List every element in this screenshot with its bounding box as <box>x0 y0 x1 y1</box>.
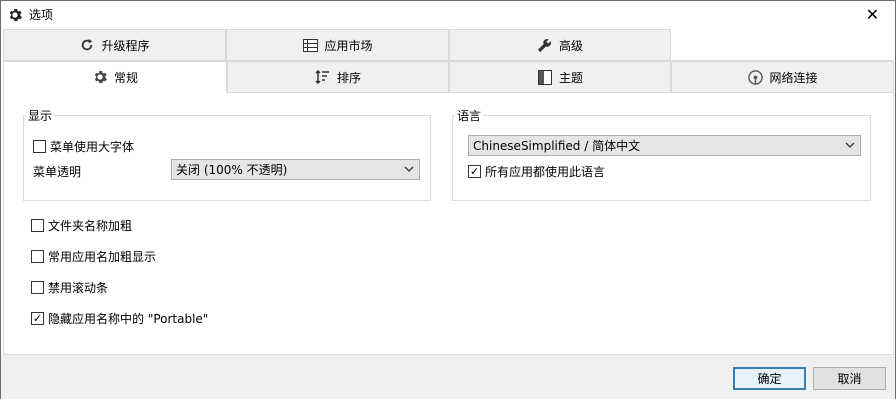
tab-general[interactable]: 常规 <box>3 61 227 93</box>
general-panel: 显示 菜单使用大字体 菜单透明 关闭 (100% 不透明) 语言 Chinese… <box>3 93 894 355</box>
tab-row-bottom: 常规 排序 主题 网络连接 <box>3 61 894 93</box>
tab-label: 排序 <box>336 70 361 85</box>
sort-icon <box>315 69 331 85</box>
option-label: 禁用滚动条 <box>48 281 109 295</box>
tab-label: 主题 <box>558 70 583 85</box>
checkbox-box[interactable] <box>33 140 46 153</box>
transparency-label: 菜单透明 <box>33 165 82 179</box>
option-label: 隐藏应用名称中的 "Portable" <box>48 312 209 326</box>
large-font-label: 菜单使用大字体 <box>50 140 135 154</box>
language-group: 语言 ChineseSimplified / 简体中文 ✓ 所有应用都使用此语言 <box>452 107 871 201</box>
dialog-footer: 确定 取消 <box>1 355 895 399</box>
hide-portable-checkbox[interactable]: ✓ 隐藏应用名称中的 "Portable" <box>31 310 208 327</box>
tab-label: 升级程序 <box>101 38 150 53</box>
all-apps-language-label: 所有应用都使用此语言 <box>485 165 606 179</box>
refresh-icon <box>79 37 95 53</box>
tab-row-top: 升级程序 应用市场 高级 <box>3 29 894 61</box>
tab-network[interactable]: 网络连接 <box>671 61 894 93</box>
bold-frequent-apps-checkbox[interactable]: 常用应用名加粗显示 <box>31 248 156 265</box>
display-group: 显示 菜单使用大字体 菜单透明 关闭 (100% 不透明) <box>23 107 431 201</box>
checkbox-box[interactable] <box>31 250 44 263</box>
gear-icon <box>7 7 23 23</box>
titlebar: 选项 ✕ <box>1 1 895 28</box>
tab-empty-slot <box>671 29 894 61</box>
tab-label: 应用市场 <box>324 38 373 53</box>
disable-scrollbar-checkbox[interactable]: 禁用滚动条 <box>31 279 108 296</box>
option-label: 文件夹名称加粗 <box>48 219 133 233</box>
theme-icon <box>537 69 553 85</box>
display-group-title: 显示 <box>26 107 55 124</box>
transparency-dropdown[interactable]: 关闭 (100% 不透明) <box>171 159 420 180</box>
network-icon <box>747 69 763 85</box>
transparency-value: 关闭 (100% 不透明) <box>176 163 288 177</box>
checkbox-box[interactable] <box>31 219 44 232</box>
chevron-down-icon <box>844 139 856 151</box>
wrench-icon <box>537 37 553 53</box>
tab-app-market[interactable]: 应用市场 <box>226 29 449 61</box>
options-window: 选项 ✕ 升级程序 应用市场 高级 常规 排序 主题 网络连接 显示 菜单使用大… <box>0 0 896 399</box>
language-value: ChineseSimplified / 简体中文 <box>473 139 641 153</box>
tab-label: 高级 <box>558 38 583 53</box>
bold-folder-checkbox[interactable]: 文件夹名称加粗 <box>31 217 132 234</box>
ok-button[interactable]: 确定 <box>733 367 806 390</box>
window-title: 选项 <box>29 8 54 22</box>
large-font-checkbox[interactable]: 菜单使用大字体 <box>33 138 134 155</box>
gear-icon <box>92 69 108 85</box>
tab-advanced[interactable]: 高级 <box>449 29 671 61</box>
checkbox-box[interactable] <box>31 281 44 294</box>
checkbox-box[interactable]: ✓ <box>468 165 481 178</box>
checkbox-box[interactable]: ✓ <box>31 312 44 325</box>
all-apps-language-checkbox[interactable]: ✓ 所有应用都使用此语言 <box>468 163 605 180</box>
tab-sort[interactable]: 排序 <box>227 61 449 93</box>
close-button[interactable]: ✕ <box>850 1 895 28</box>
chevron-down-icon <box>403 163 415 175</box>
tab-theme[interactable]: 主题 <box>449 61 671 93</box>
list-icon <box>302 37 318 53</box>
cancel-button[interactable]: 取消 <box>813 367 886 390</box>
option-label: 常用应用名加粗显示 <box>48 250 157 264</box>
language-group-title: 语言 <box>455 107 484 124</box>
language-dropdown[interactable]: ChineseSimplified / 简体中文 <box>468 135 861 156</box>
tab-label: 常规 <box>113 70 138 85</box>
tab-updater[interactable]: 升级程序 <box>3 29 226 61</box>
tab-label: 网络连接 <box>769 70 818 85</box>
